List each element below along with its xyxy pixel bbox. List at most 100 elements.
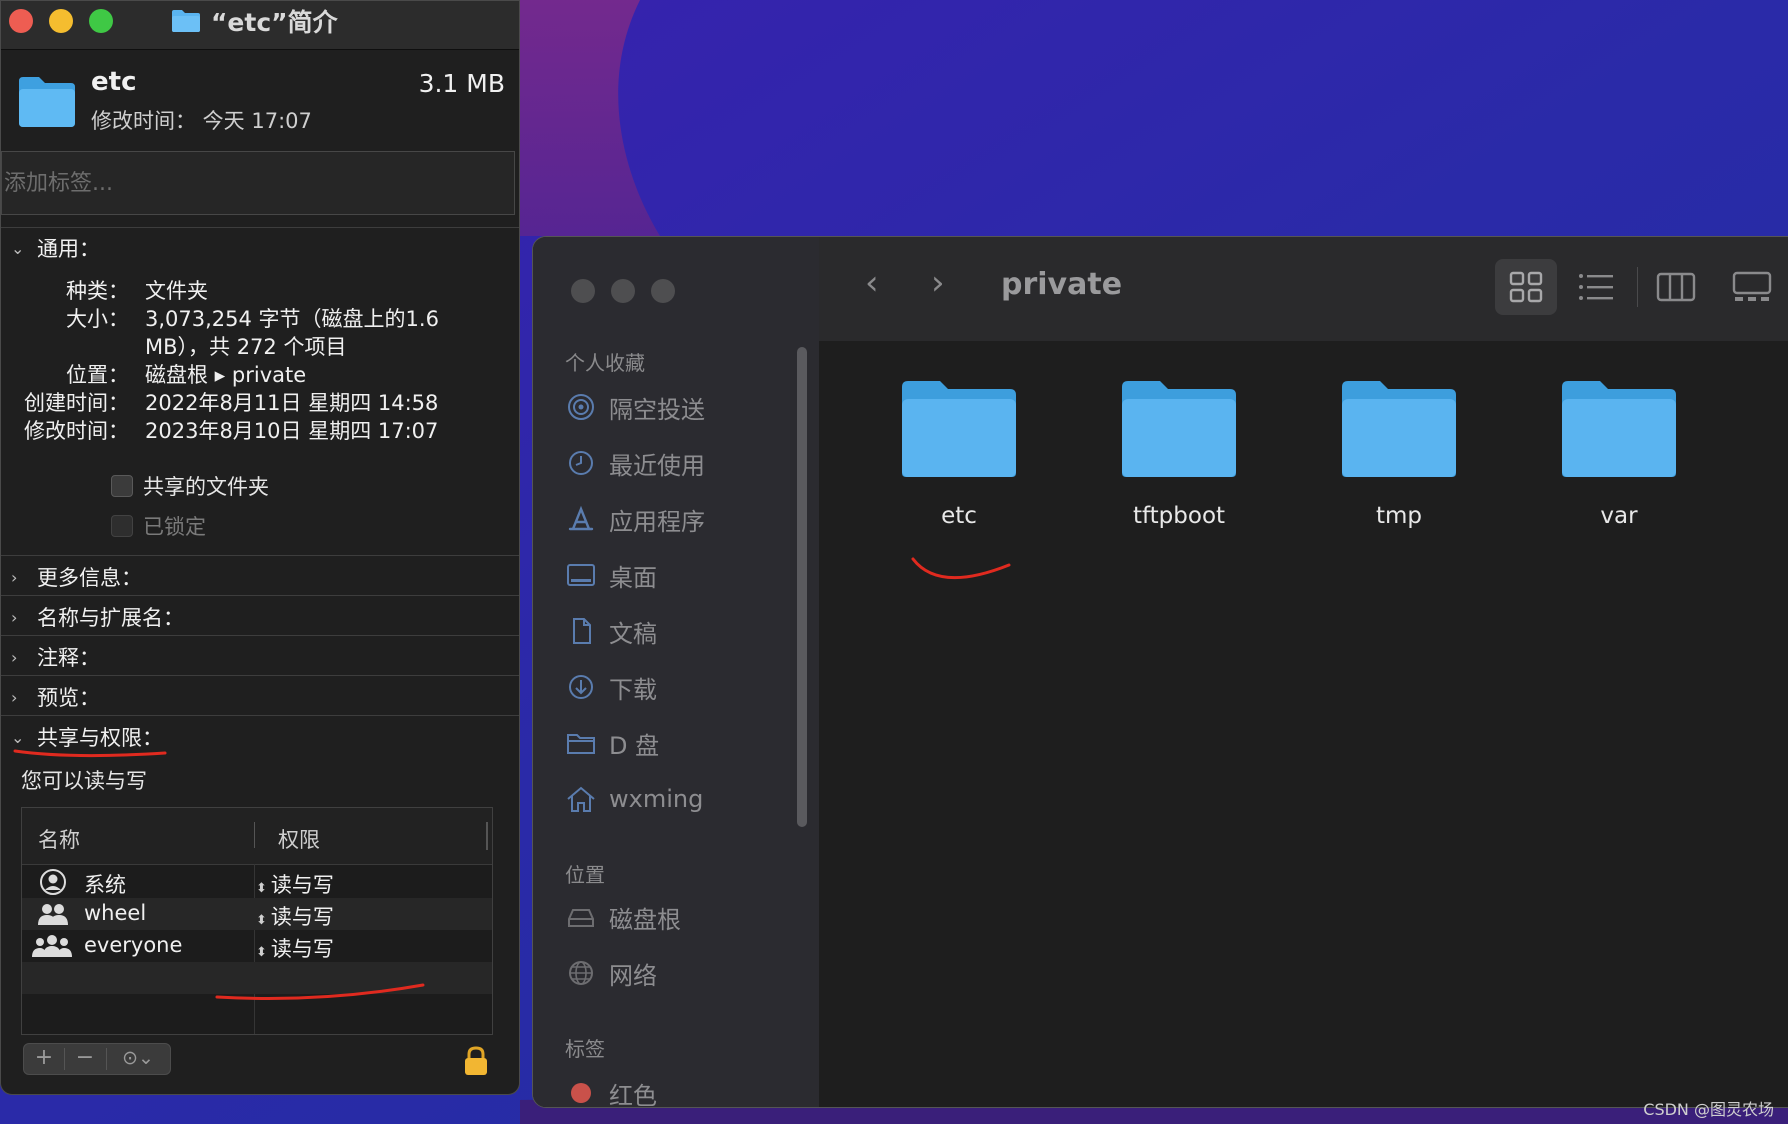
sidebar-item-label: 文稿 (609, 619, 657, 648)
zoom-button[interactable] (89, 9, 113, 33)
lock-icon[interactable] (463, 1045, 489, 1077)
folder-icon (172, 10, 200, 32)
add-permission-button[interactable]: + (24, 1044, 64, 1074)
column-name-header[interactable]: 名称 (38, 824, 80, 854)
chevron-right-icon: › (11, 607, 18, 627)
sidebar-item-recents[interactable]: 最近使用 (565, 443, 705, 483)
up-down-arrows-icon: ⬍ (256, 913, 267, 928)
folder-icon (1562, 381, 1676, 477)
permission-row[interactable]: 系统 ⬍ 读与写 (22, 866, 492, 898)
icon-view-button[interactable] (1495, 259, 1557, 315)
sidebar-item-label: 桌面 (609, 563, 657, 592)
folder-item-etc[interactable]: etc (879, 377, 1039, 529)
chevron-right-icon: › (11, 567, 18, 587)
privilege-select[interactable]: ⬍ 读与写 (256, 869, 334, 899)
kind-row: 种类： 文件夹 (1, 275, 519, 303)
permission-row[interactable]: everyone ⬍ 读与写 (22, 930, 492, 962)
close-button[interactable] (9, 9, 33, 33)
close-button[interactable] (571, 279, 595, 303)
annotation-underline (911, 557, 1011, 580)
sidebar-item-label: 磁盘根 (609, 905, 681, 934)
remove-permission-button[interactable]: − (65, 1044, 105, 1074)
tags-input[interactable] (1, 151, 515, 215)
divider (1, 635, 519, 636)
size-row: 大小： 3,073,254 字节（磁盘上的1.6 MB），共 272 个项目 (1, 303, 519, 359)
current-folder-title: private (1001, 267, 1123, 302)
window-title: “etc”简介 (211, 8, 338, 37)
sidebar-item-network[interactable]: 网络 (565, 953, 657, 993)
permission-name: everyone (84, 933, 183, 957)
section-name-ext-toggle[interactable]: › 名称与扩展名： (11, 602, 184, 632)
privilege-value: 读与写 (270, 905, 334, 929)
grid-icon (1509, 271, 1543, 303)
sidebar-scrollbar[interactable] (797, 347, 807, 827)
gallery-icon (1732, 271, 1772, 301)
size-value-line1: 3,073,254 字节（磁盘上的1.6 (145, 307, 439, 331)
section-more-info-toggle[interactable]: › 更多信息： (11, 562, 142, 592)
sidebar-item-home[interactable]: wxming (565, 779, 703, 819)
watermark-text: CSDN @图灵农场 (1643, 1100, 1774, 1119)
folder-item-var[interactable]: var (1539, 377, 1699, 529)
sidebar-item-disk[interactable]: 磁盘根 (565, 897, 681, 937)
folder-label: tftpboot (1132, 503, 1226, 529)
sidebar-item-airdrop[interactable]: 隔空投送 (565, 387, 705, 427)
section-general-title: 通用： (37, 237, 100, 261)
forward-button[interactable]: › (931, 263, 945, 303)
sharing-status: 您可以读与写 (21, 769, 147, 793)
back-button[interactable]: ‹ (865, 263, 879, 303)
modified-value: 2023年8月10日 星期四 17:07 (145, 419, 439, 443)
privilege-value: 读与写 (270, 873, 334, 897)
info-window: “etc”简介 etc 修改时间： 今天 17:07 3.1 MB ⌄ 通用： … (0, 0, 520, 1095)
folder-label: etc (941, 503, 977, 529)
sidebar-item-d-drive[interactable]: D 盘 (565, 723, 659, 763)
folder-icon (902, 381, 1016, 477)
modified-label: 修改时间： (24, 419, 129, 443)
clock-icon (569, 451, 593, 475)
folder-label: var (1600, 503, 1638, 529)
airdrop-icon (568, 394, 594, 420)
locked-checkbox[interactable] (111, 515, 133, 537)
list-view-button[interactable] (1565, 259, 1627, 315)
privilege-select[interactable]: ⬍ 读与写 (256, 901, 334, 931)
column-privilege-header[interactable]: 权限 (278, 824, 320, 854)
folder-item-tmp[interactable]: tmp (1319, 377, 1479, 529)
permission-row[interactable]: wheel ⬍ 读与写 (22, 898, 492, 930)
finder-toolbar: ‹ › private (819, 237, 1788, 342)
section-comments-toggle[interactable]: › 注释： (11, 642, 100, 672)
sidebar-item-tag-red[interactable]: 红色 (565, 1073, 657, 1108)
column-view-button[interactable] (1645, 259, 1707, 315)
sidebar-item-label: 红色 (609, 1081, 657, 1108)
chevron-down-icon: ⌄ (11, 727, 25, 747)
minimize-button[interactable] (49, 9, 73, 33)
action-menu-button[interactable]: ⊙⌄ (107, 1044, 169, 1074)
minimize-button[interactable] (611, 279, 635, 303)
created-row: 创建时间： 2022年8月11日 星期四 14:58 (1, 387, 519, 415)
permissions-header: 名称 权限 (22, 808, 492, 865)
chevron-right-icon: › (11, 687, 18, 707)
up-down-arrows-icon: ⬍ (256, 881, 267, 896)
divider (1, 715, 519, 716)
locked-checkbox-row[interactable]: 已锁定 (111, 511, 206, 541)
divider (1, 675, 519, 676)
sidebar-item-label: 隔空投送 (609, 395, 705, 424)
section-preview-toggle[interactable]: › 预览： (11, 682, 100, 712)
shared-folder-checkbox[interactable] (111, 475, 133, 497)
privilege-select[interactable]: ⬍ 读与写 (256, 933, 334, 963)
section-sharing-toggle[interactable]: ⌄ 共享与权限： (11, 722, 163, 752)
desktop-icon (567, 564, 595, 586)
applications-icon (568, 505, 594, 531)
sidebar-item-documents[interactable]: 文稿 (565, 611, 657, 651)
shared-folder-checkbox-row[interactable]: 共享的文件夹 (111, 471, 269, 501)
folder-icon (1342, 381, 1456, 477)
kind-label: 种类： (66, 279, 129, 303)
zoom-button[interactable] (651, 279, 675, 303)
sidebar-item-desktop[interactable]: 桌面 (565, 555, 657, 595)
section-general-toggle[interactable]: ⌄ 通用： (11, 233, 100, 263)
sidebar-item-applications[interactable]: 应用程序 (565, 499, 705, 539)
sidebar-item-label: 下载 (609, 675, 657, 704)
gallery-view-button[interactable] (1721, 259, 1783, 315)
size-value-line2: MB），共 272 个项目 (145, 335, 347, 359)
sidebar-item-downloads[interactable]: 下载 (565, 667, 657, 707)
single-user-icon (40, 869, 66, 895)
folder-item-tftpboot[interactable]: tftpboot (1099, 377, 1259, 529)
